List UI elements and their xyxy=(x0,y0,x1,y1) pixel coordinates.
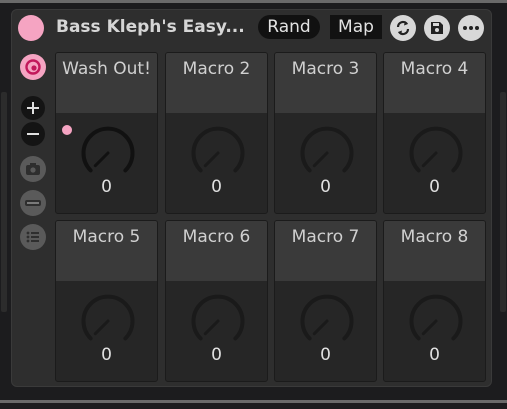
macro-header: Macro 8 xyxy=(384,221,485,281)
macro-header: Macro 3 xyxy=(275,53,376,113)
macro-3[interactable]: Macro 3 0 xyxy=(274,52,377,214)
macro-name[interactable]: Wash Out! xyxy=(58,58,155,80)
macro-7[interactable]: Macro 7 0 xyxy=(274,220,377,382)
macro-name[interactable]: Macro 2 xyxy=(168,58,265,80)
macro-name[interactable]: Macro 4 xyxy=(386,58,483,80)
left-rail xyxy=(1,92,7,312)
modulation-indicator xyxy=(62,125,72,135)
macro-knob[interactable] xyxy=(190,293,246,349)
macro-4[interactable]: Macro 4 0 xyxy=(383,52,486,214)
macro-knob[interactable] xyxy=(408,125,464,181)
macro-name[interactable]: Macro 5 xyxy=(58,226,155,248)
window-bottom-edge xyxy=(0,400,507,403)
macro-2[interactable]: Macro 2 0 xyxy=(165,52,268,214)
macro-value: 0 xyxy=(320,345,331,365)
pink-circle-icon xyxy=(25,59,41,75)
macro-name[interactable]: Macro 6 xyxy=(168,226,265,248)
minus-icon xyxy=(27,133,39,135)
swap-icon xyxy=(396,20,410,36)
macro-header: Macro 5 xyxy=(56,221,157,281)
save-button[interactable] xyxy=(424,15,450,41)
more-icon xyxy=(463,26,479,30)
macro-header: Macro 4 xyxy=(384,53,485,113)
macro-knob[interactable] xyxy=(299,125,355,181)
macro-header: Wash Out! xyxy=(56,53,157,113)
device-titlebar: Bass Kleph's Easy... Rand Map xyxy=(12,10,491,44)
camera-icon xyxy=(26,163,40,175)
macro-variations-button[interactable] xyxy=(20,54,46,80)
macro-value: 0 xyxy=(101,345,112,365)
remove-macro-button[interactable] xyxy=(21,122,45,146)
macro-value: 0 xyxy=(429,345,440,365)
macro-8[interactable]: Macro 8 0 xyxy=(383,220,486,382)
snapshot-button[interactable] xyxy=(20,156,46,182)
macro-value: 0 xyxy=(320,177,331,197)
add-macro-button[interactable] xyxy=(21,96,45,120)
list-icon xyxy=(26,231,39,243)
macro-name[interactable]: Macro 3 xyxy=(277,58,374,80)
macro-value: 0 xyxy=(429,177,440,197)
bar-icon xyxy=(25,200,41,206)
right-rail xyxy=(500,92,506,312)
macro-knob[interactable] xyxy=(190,125,246,181)
macro-value: 0 xyxy=(211,177,222,197)
rand-button[interactable]: Rand xyxy=(258,15,320,39)
more-button[interactable] xyxy=(458,15,484,41)
map-button[interactable]: Map xyxy=(330,15,382,39)
macro-6[interactable]: Macro 6 0 xyxy=(165,220,268,382)
rack-device: Bass Kleph's Easy... Rand Map Wash Out! … xyxy=(11,9,492,387)
map-label: Map xyxy=(338,17,374,37)
macro-name[interactable]: Macro 8 xyxy=(386,226,483,248)
window-top-edge xyxy=(0,0,507,3)
list-button[interactable] xyxy=(20,224,46,250)
macro-5[interactable]: Macro 5 0 xyxy=(55,220,158,382)
device-power-button[interactable] xyxy=(18,15,44,41)
macro-knob[interactable] xyxy=(408,293,464,349)
macro-1[interactable]: Wash Out! 0 xyxy=(55,52,158,214)
device-title[interactable]: Bass Kleph's Easy... xyxy=(56,17,245,37)
macro-header: Macro 2 xyxy=(166,53,267,113)
macro-knob[interactable] xyxy=(299,293,355,349)
swap-button[interactable] xyxy=(390,15,416,41)
macro-knob[interactable] xyxy=(80,293,136,349)
rand-label: Rand xyxy=(267,17,311,37)
save-icon xyxy=(431,22,443,34)
macro-value: 0 xyxy=(211,345,222,365)
plus-icon xyxy=(27,102,39,114)
macro-header: Macro 7 xyxy=(275,221,376,281)
macro-grid: Wash Out! 0 Macro 2 0 Macro 3 0 Macro 4 … xyxy=(55,52,489,384)
macro-name[interactable]: Macro 7 xyxy=(277,226,374,248)
macro-header: Macro 6 xyxy=(166,221,267,281)
macro-value: 0 xyxy=(101,177,112,197)
macro-knob[interactable] xyxy=(80,125,136,181)
chain-button[interactable] xyxy=(20,190,46,216)
